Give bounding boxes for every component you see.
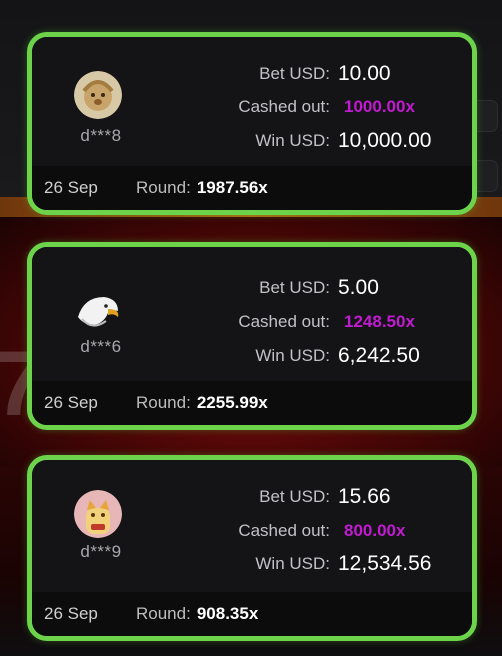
round-value: 1987.56x (196, 178, 268, 197)
bet-row: Bet USD: 15.66 (32, 482, 452, 512)
bet-label: Bet USD: (259, 64, 330, 83)
cashout-label: Cashed out: (238, 97, 330, 116)
card-footer: 26 Sep Round: 2255.99x (32, 381, 472, 425)
win-card: d***9 Bet USD: 15.66 Cashed out: 800.00x… (27, 455, 477, 641)
win-value: 12,534.56 (338, 552, 432, 575)
bet-row: Bet USD: 10.00 (32, 59, 452, 89)
card-footer: 26 Sep Round: 908.35x (32, 592, 472, 636)
win-label: Win USD: (255, 131, 330, 150)
cashout-row: Cashed out: 1248.50x (32, 307, 452, 337)
date: 26 Sep (44, 393, 98, 412)
bet-label: Bet USD: (259, 487, 330, 506)
card-footer: 26 Sep Round: 1987.56x (32, 166, 472, 210)
cashout-row: Cashed out: 800.00x (32, 516, 452, 546)
cashout-multiplier: 1000.00x (344, 97, 415, 116)
bet-label: Bet USD: (259, 278, 330, 297)
round-value: 908.35x (196, 604, 259, 623)
win-row: Win USD: 10,000.00 (32, 126, 452, 156)
bet-value: 5.00 (338, 276, 379, 299)
bet-row: Bet USD: 5.00 (32, 273, 452, 303)
win-row: Win USD: 6,242.50 (32, 341, 452, 371)
cashout-multiplier: 1248.50x (344, 312, 415, 331)
bet-value: 15.66 (338, 485, 391, 508)
win-card: d***8 Bet USD: 10.00 Cashed out: 1000.00… (27, 32, 477, 215)
win-label: Win USD: (255, 554, 330, 573)
round-label: Round: (136, 393, 191, 412)
win-value: 6,242.50 (338, 344, 420, 367)
bet-value: 10.00 (338, 62, 391, 85)
cashout-label: Cashed out: (238, 312, 330, 331)
date: 26 Sep (44, 178, 98, 197)
date: 26 Sep (44, 604, 98, 623)
cashout-row: Cashed out: 1000.00x (32, 92, 452, 122)
round-label: Round: (136, 178, 191, 197)
round-label: Round: (136, 604, 191, 623)
round-value: 2255.99x (196, 393, 268, 412)
win-row: Win USD: 12,534.56 (32, 549, 452, 579)
cashout-multiplier: 800.00x (344, 521, 406, 540)
win-label: Win USD: (255, 346, 330, 365)
win-card: d***6 Bet USD: 5.00 Cashed out: 1248.50x… (27, 242, 477, 430)
win-value: 10,000.00 (338, 129, 432, 152)
cashout-label: Cashed out: (238, 521, 330, 540)
